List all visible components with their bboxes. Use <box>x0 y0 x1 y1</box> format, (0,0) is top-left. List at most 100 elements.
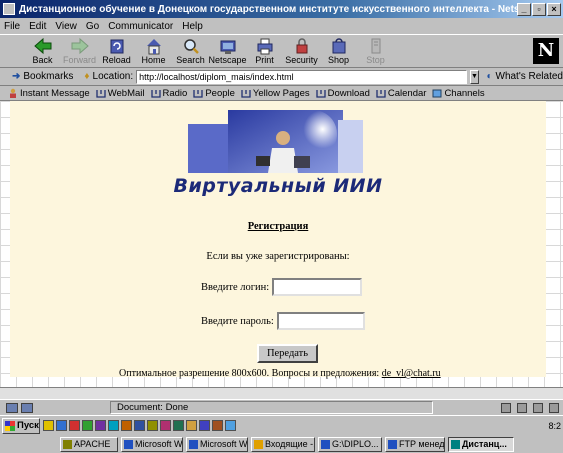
taskbar-window-button[interactable]: FTP менед... <box>385 436 445 452</box>
password-input[interactable] <box>276 312 365 330</box>
location-url-input[interactable]: http://localhost/diplom_mais/index.html <box>136 69 467 84</box>
calendar-link[interactable]: Calendar <box>376 88 426 99</box>
window-app-icon <box>124 439 133 449</box>
people-link[interactable]: People <box>193 88 235 99</box>
quick-launch-icon[interactable] <box>69 420 80 431</box>
taskbar-window-label: Входящие -... <box>265 439 314 449</box>
netscape-button[interactable]: Netscape <box>208 35 247 67</box>
component-bar <box>433 402 563 413</box>
status-left-icons <box>0 402 110 413</box>
taskbar-window-buttons: APACHE Microsoft W... Microsoft W... Входящ… <box>0 435 563 453</box>
taskbar-window-label: APACHE <box>74 439 111 449</box>
back-button[interactable]: Back <box>24 35 61 67</box>
stop-icon <box>371 38 380 54</box>
taskbar-window-label: FTP менед... <box>399 439 445 449</box>
quick-launch-icon[interactable] <box>121 420 132 431</box>
quick-launch-icon[interactable] <box>82 420 93 431</box>
quick-launch-icon[interactable] <box>160 420 171 431</box>
whats-related-button[interactable]: What's Related <box>496 71 563 82</box>
quick-launch-icon[interactable] <box>199 420 210 431</box>
taskbar-window-button[interactable]: Входящие -... <box>251 436 315 452</box>
search-icon <box>183 39 199 54</box>
forward-arrow-icon <box>71 37 89 55</box>
site-banner-image <box>188 110 363 173</box>
taskbar-window-label: G:\DIPLO... <box>332 439 379 449</box>
reload-button[interactable]: Reload <box>98 35 135 67</box>
online-status-icon[interactable] <box>6 402 18 413</box>
person-icon <box>10 88 16 98</box>
minimize-button[interactable]: _ <box>517 2 531 16</box>
tray-clock[interactable]: 8:2 <box>548 421 561 431</box>
footer-email-link[interactable]: de_vl@chat.ru <box>382 368 441 379</box>
shop-button[interactable]: Shop <box>320 35 357 67</box>
location-toolbar: ➜ Bookmarks ♦ Location: http://localhost… <box>0 68 563 86</box>
radio-link[interactable]: Radio <box>150 88 187 99</box>
shop-icon <box>332 38 345 54</box>
menu-bar: File Edit View Go Communicator Help <box>0 18 563 34</box>
stop-button[interactable]: Stop <box>357 35 394 67</box>
registration-link[interactable]: Регистрация <box>10 221 546 232</box>
channels-link[interactable]: Channels <box>432 88 485 99</box>
submit-button[interactable]: Передать <box>257 344 318 363</box>
quick-launch-icon[interactable] <box>134 420 145 431</box>
taskbar-window-button[interactable]: Microsoft W... <box>186 436 248 452</box>
quick-launch-icon[interactable] <box>225 420 236 431</box>
page-panel: Виртуальный ИИИ Регистрация Если вы уже … <box>10 101 546 379</box>
password-label: Введите пароль: <box>201 315 274 327</box>
yellow-pages-link[interactable]: Yellow Pages <box>241 88 310 99</box>
start-button[interactable]: Пуск <box>2 417 40 434</box>
quick-launch-icon[interactable] <box>173 420 184 431</box>
home-icon <box>146 39 161 55</box>
menu-edit[interactable]: Edit <box>29 21 46 32</box>
menu-view[interactable]: View <box>55 21 77 32</box>
close-button[interactable]: × <box>547 2 561 16</box>
forward-button[interactable]: Forward <box>61 35 98 67</box>
window-controls: _ ▫ × <box>517 2 561 16</box>
security-button[interactable]: Security <box>283 35 320 67</box>
menu-file[interactable]: File <box>4 21 20 32</box>
personal-toolbar: Instant Message WebMail Radio People Yel… <box>0 86 563 101</box>
already-registered-text: Если вы уже зарегистрированы: <box>206 251 350 262</box>
print-button[interactable]: Print <box>246 35 283 67</box>
bookmarks-button[interactable]: Bookmarks <box>23 71 73 82</box>
security-icon <box>296 38 307 54</box>
login-label: Введите логин: <box>201 281 270 293</box>
windows-taskbar: Пуск 8:2 <box>0 415 563 435</box>
menu-communicator[interactable]: Communicator <box>108 21 173 32</box>
home-button[interactable]: Home <box>135 35 172 67</box>
menu-go[interactable]: Go <box>86 21 99 32</box>
window-title-bar[interactable]: Дистанционное обучение в Донецком госуда… <box>0 0 563 18</box>
bookmark-folder-icon <box>96 90 106 98</box>
instant-message-link[interactable]: Instant Message <box>8 88 90 99</box>
maximize-button[interactable]: ▫ <box>532 2 546 16</box>
print-icon <box>257 38 272 55</box>
webmail-link[interactable]: WebMail <box>96 88 145 99</box>
quick-launch-icon[interactable] <box>56 420 67 431</box>
menu-help[interactable]: Help <box>182 21 203 32</box>
taskbar-window-button[interactable]: APACHE <box>60 436 118 452</box>
download-link[interactable]: Download <box>315 88 370 99</box>
page-viewport[interactable]: Виртуальный ИИИ Регистрация Если вы уже … <box>0 101 563 399</box>
footer-text: Оптимальное разрешение 800х600. Вопросы … <box>119 368 441 379</box>
security-status-icon[interactable] <box>549 402 559 413</box>
taskbar-window-button[interactable]: G:\DIPLO... <box>318 436 382 452</box>
netscape-logo: N <box>533 38 559 64</box>
quick-launch-icon[interactable] <box>43 420 54 431</box>
composer-component-icon[interactable] <box>533 402 543 413</box>
taskbar-window-button[interactable]: Microsoft W... <box>121 436 183 452</box>
location-dropdown-button[interactable]: ▼ <box>469 69 480 84</box>
horizontal-scrollbar[interactable] <box>0 387 563 399</box>
status-text: Document: Done <box>110 401 433 414</box>
quick-launch-icon[interactable] <box>147 420 158 431</box>
quick-launch-icon[interactable] <box>186 420 197 431</box>
mail-component-icon[interactable] <box>517 402 527 413</box>
search-button[interactable]: Search <box>172 35 209 67</box>
quick-launch-icon[interactable] <box>212 420 223 431</box>
quick-launch-icon[interactable] <box>95 420 106 431</box>
window-app-icon <box>189 439 198 449</box>
quick-launch-icon[interactable] <box>108 420 119 431</box>
bookmarks-icon: ➜ <box>12 71 21 82</box>
taskbar-window-button[interactable]: Дистанц... <box>448 436 514 452</box>
login-input[interactable] <box>272 278 363 296</box>
navigator-component-icon[interactable] <box>501 402 511 413</box>
